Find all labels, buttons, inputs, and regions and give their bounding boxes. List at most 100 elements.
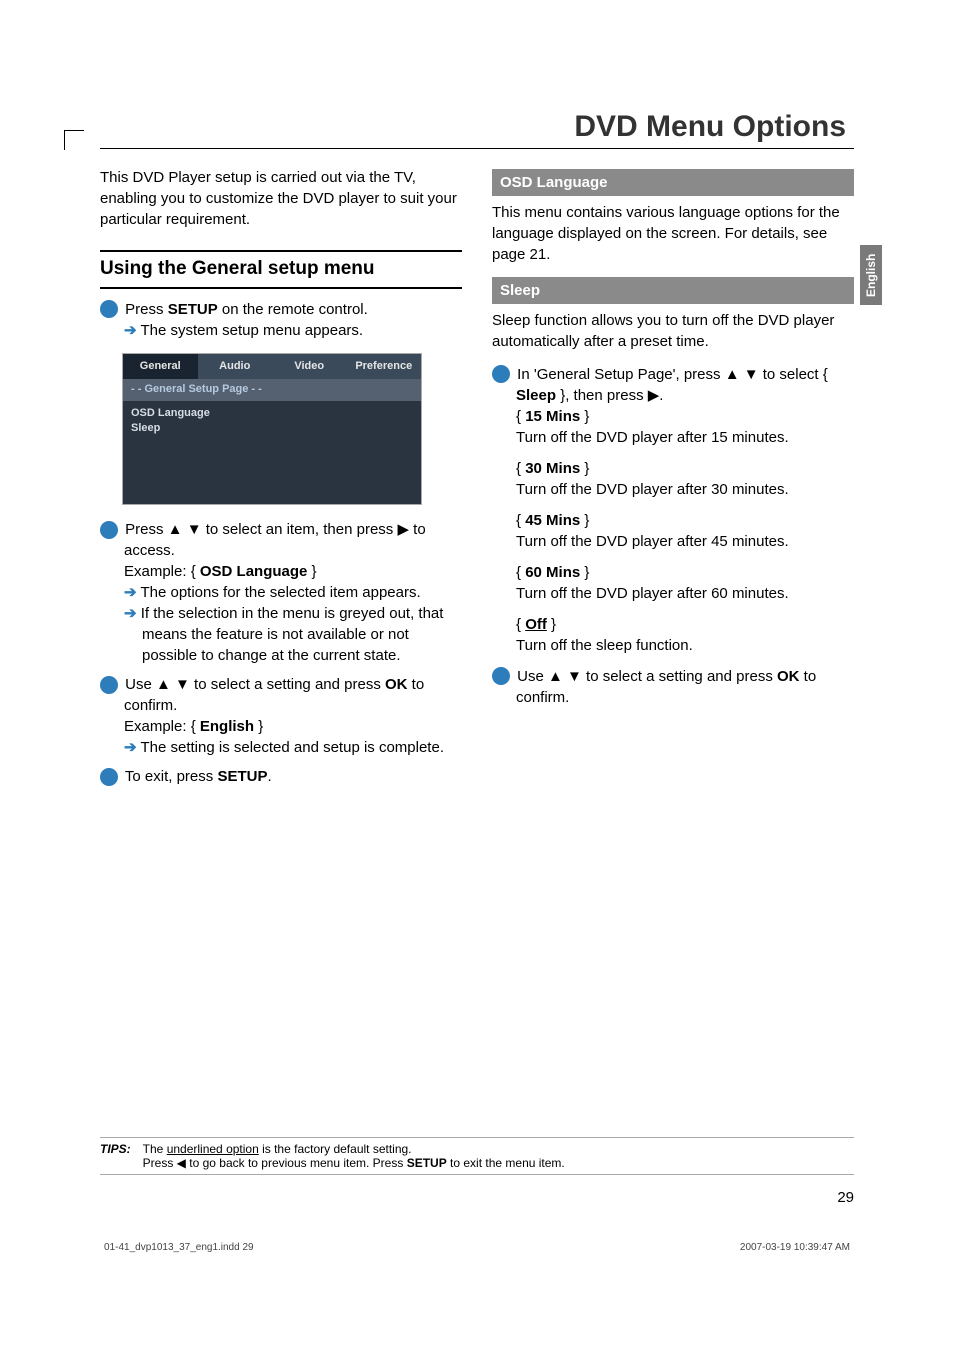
onscreen-item-sleep: Sleep [131,421,413,436]
footer-meta: 01-41_dvp1013_37_eng1.indd 29 2007-03-19… [100,1242,854,1253]
option-30-name-text: 30 Mins [525,460,580,477]
onscreen-menu: General Audio Video Preference - - Gener… [122,353,422,506]
sleep-step1-sleep: Sleep [516,387,556,404]
option-15: { 15 Mins } Turn off the DVD player afte… [492,406,854,448]
step-number-2: 2 [100,521,118,539]
step1-text-a: Press [125,301,168,318]
step3-example: Example: { English } [100,716,462,737]
intro-text: This DVD Player setup is carried out via… [100,167,462,230]
step2-result1-text: The options for the selected item appear… [140,584,420,601]
sleep-step2: 2 Use ▲ ▼ to select a setting and press … [492,666,854,708]
step3-ex-b: } [254,718,263,735]
step-3: 3 Use ▲ ▼ to select a setting and press … [100,674,462,716]
step3-ex-val: English [200,718,254,735]
column-left: This DVD Player setup is carried out via… [100,167,462,787]
step1-result-text: The system setup menu appears. [140,322,363,339]
page: DVD Menu Options English This DVD Player… [0,0,954,1253]
onscreen-body: OSD Language Sleep [123,401,421,505]
subhead-sleep: Sleep [492,277,854,304]
footer-left: 01-41_dvp1013_37_eng1.indd 29 [104,1242,254,1253]
onscreen-tabs: General Audio Video Preference [123,354,421,379]
option-off-name-text: Off [525,616,547,633]
step2-ex-a: Example: { [124,563,200,580]
step-2: 2 Press ▲ ▼ to select an item, then pres… [100,519,462,561]
option-30-desc: Turn off the DVD player after 30 minutes… [516,479,854,500]
option-45-desc: Turn off the DVD player after 45 minutes… [516,531,854,552]
step1-setup: SETUP [168,301,218,318]
tab-preference: Preference [347,354,422,379]
sleep-intro: Sleep function allows you to turn off th… [492,310,854,352]
tips-l1a: The [143,1142,167,1156]
tips-body: The underlined option is the factory def… [143,1142,565,1170]
step3-result-text: The setting is selected and setup is com… [140,739,444,756]
step2-example: Example: { OSD Language } [100,561,462,582]
option-45: { 45 Mins } Turn off the DVD player afte… [492,510,854,552]
step3-a: Use ▲ ▼ to select a setting and press [125,676,385,693]
option-30: { 30 Mins } Turn off the DVD player afte… [492,458,854,500]
option-off-desc: Turn off the sleep function. [516,635,854,656]
sleep-step2-a: Use ▲ ▼ to select a setting and press [517,668,777,685]
sleep-step1-a: In 'General Setup Page', press ▲ ▼ to se… [517,366,828,383]
tips-l2-setup: SETUP [407,1156,447,1170]
step4-a: To exit, press [125,768,218,785]
sleep-step1: 1 In 'General Setup Page', press ▲ ▼ to … [492,364,854,406]
step2-text: Press ▲ ▼ to select an item, then press … [124,521,426,559]
tips-l1u: underlined option [167,1142,259,1156]
step-number-3: 3 [100,676,118,694]
step-number-1: 1 [492,365,510,383]
tab-general: General [123,354,198,379]
sleep-step2-ok: OK [777,668,800,685]
tab-video: Video [272,354,347,379]
step2-result2-text: If the selection in the menu is greyed o… [141,605,444,664]
tips-line1: The underlined option is the factory def… [143,1142,565,1156]
onscreen-item-osd: OSD Language [131,406,413,421]
option-30-name: { 30 Mins } [516,458,854,479]
step3-result: ➔ The setting is selected and setup is c… [100,737,462,758]
heading-general-setup: Using the General setup menu [100,250,462,289]
option-60-name: { 60 Mins } [516,562,854,583]
option-off-name: { Off } [516,614,854,635]
step-1: 1 Press SETUP on the remote control. [100,299,462,320]
tips-row: TIPS: The underlined option is the facto… [100,1137,854,1175]
step2-ex-val: OSD Language [200,563,308,580]
step-number-4: 4 [100,768,118,786]
tips-l1b: is the factory default setting. [259,1142,412,1156]
step-number-1: 1 [100,300,118,318]
footer-right: 2007-03-19 10:39:47 AM [740,1242,850,1253]
option-60-desc: Turn off the DVD player after 60 minutes… [516,583,854,604]
step-4: 4 To exit, press SETUP. [100,766,462,787]
arrow-icon: ➔ [124,322,137,339]
option-60-name-text: 60 Mins [525,564,580,581]
step4-b: . [267,768,271,785]
page-title: DVD Menu Options [100,110,854,149]
arrow-icon: ➔ [124,739,137,756]
option-45-name-text: 45 Mins [525,512,580,529]
step3-ok: OK [385,676,408,693]
option-15-desc: Turn off the DVD player after 15 minutes… [516,427,854,448]
option-60: { 60 Mins } Turn off the DVD player afte… [492,562,854,604]
step-number-2: 2 [492,667,510,685]
option-off: { Off } Turn off the sleep function. [492,614,854,656]
page-number: 29 [100,1189,854,1206]
step2-ex-b: } [307,563,316,580]
column-right: OSD Language This menu contains various … [492,167,854,787]
step4-setup: SETUP [217,768,267,785]
sleep-step1-b: }, then press ▶. [556,387,663,404]
osd-language-body: This menu contains various language opti… [492,202,854,265]
step3-ex-a: Example: { [124,718,200,735]
tips-line2: Press ◀ to go back to previous menu item… [143,1156,565,1170]
language-tab: English [860,245,882,305]
tips-l2a: Press ◀ to go back to previous menu item… [143,1156,407,1170]
step1-result: ➔ The system setup menu appears. [100,320,462,341]
step2-result1: ➔ The options for the selected item appe… [100,582,462,603]
crop-mark [64,130,84,150]
content-columns: This DVD Player setup is carried out via… [100,167,854,787]
option-45-name: { 45 Mins } [516,510,854,531]
step2-result2: ➔ If the selection in the menu is greyed… [100,603,462,666]
step1-text-b: on the remote control. [218,301,368,318]
arrow-icon: ➔ [124,584,137,601]
tab-audio: Audio [198,354,273,379]
tips-l2b: to exit the menu item. [447,1156,565,1170]
arrow-icon: ➔ [124,605,137,622]
option-15-name-text: 15 Mins [525,408,580,425]
